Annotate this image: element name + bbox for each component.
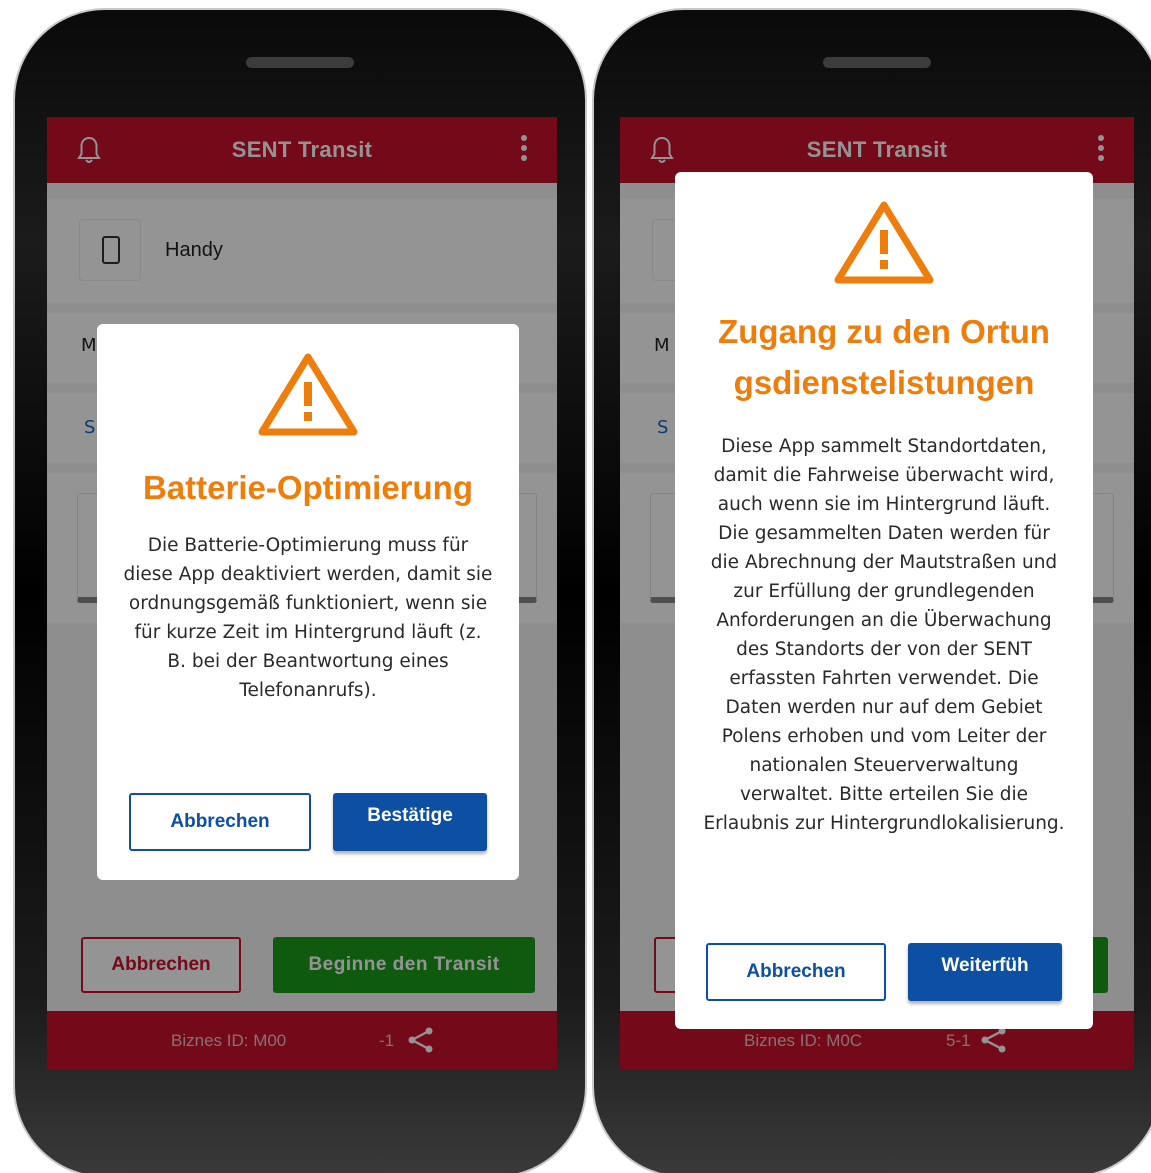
cancel-button[interactable]: Abbrechen [706, 943, 886, 1001]
app-screen-right: SENT Transit M S Biznes ID: M0C 5-1 Zuga… [620, 117, 1134, 1069]
dialog-title: Batterie-Optimierung [142, 469, 474, 506]
battery-optimization-dialog: Batterie-Optimierung Die Batterie-Optimi… [97, 324, 519, 880]
warning-icon [834, 201, 934, 284]
dialog-title: Zugang zu den Ortungsdienstelistungen [718, 313, 1050, 401]
speaker-grill [246, 57, 354, 68]
speaker-grill [823, 57, 931, 68]
phone-frame-left: SENT Transit Handy M S Abbrechen Beginne… [13, 8, 587, 1173]
phone-frame-right: SENT Transit M S Biznes ID: M0C 5-1 Zuga… [592, 8, 1151, 1173]
location-access-dialog: Zugang zu den Ortungsdienstelistungen Di… [675, 172, 1093, 1029]
dialog-body: Diese App sammelt Standortdaten, damit d… [703, 436, 1065, 834]
cancel-button[interactable]: Abbrechen [129, 793, 311, 851]
confirm-button[interactable]: Bestätige [333, 793, 487, 851]
continue-button[interactable]: Weiterfüh [908, 943, 1062, 1001]
dialog-body: Die Batterie-Optimierung muss für diese … [123, 535, 493, 701]
app-screen-left: SENT Transit Handy M S Abbrechen Beginne… [47, 117, 557, 1069]
warning-icon [258, 353, 358, 436]
